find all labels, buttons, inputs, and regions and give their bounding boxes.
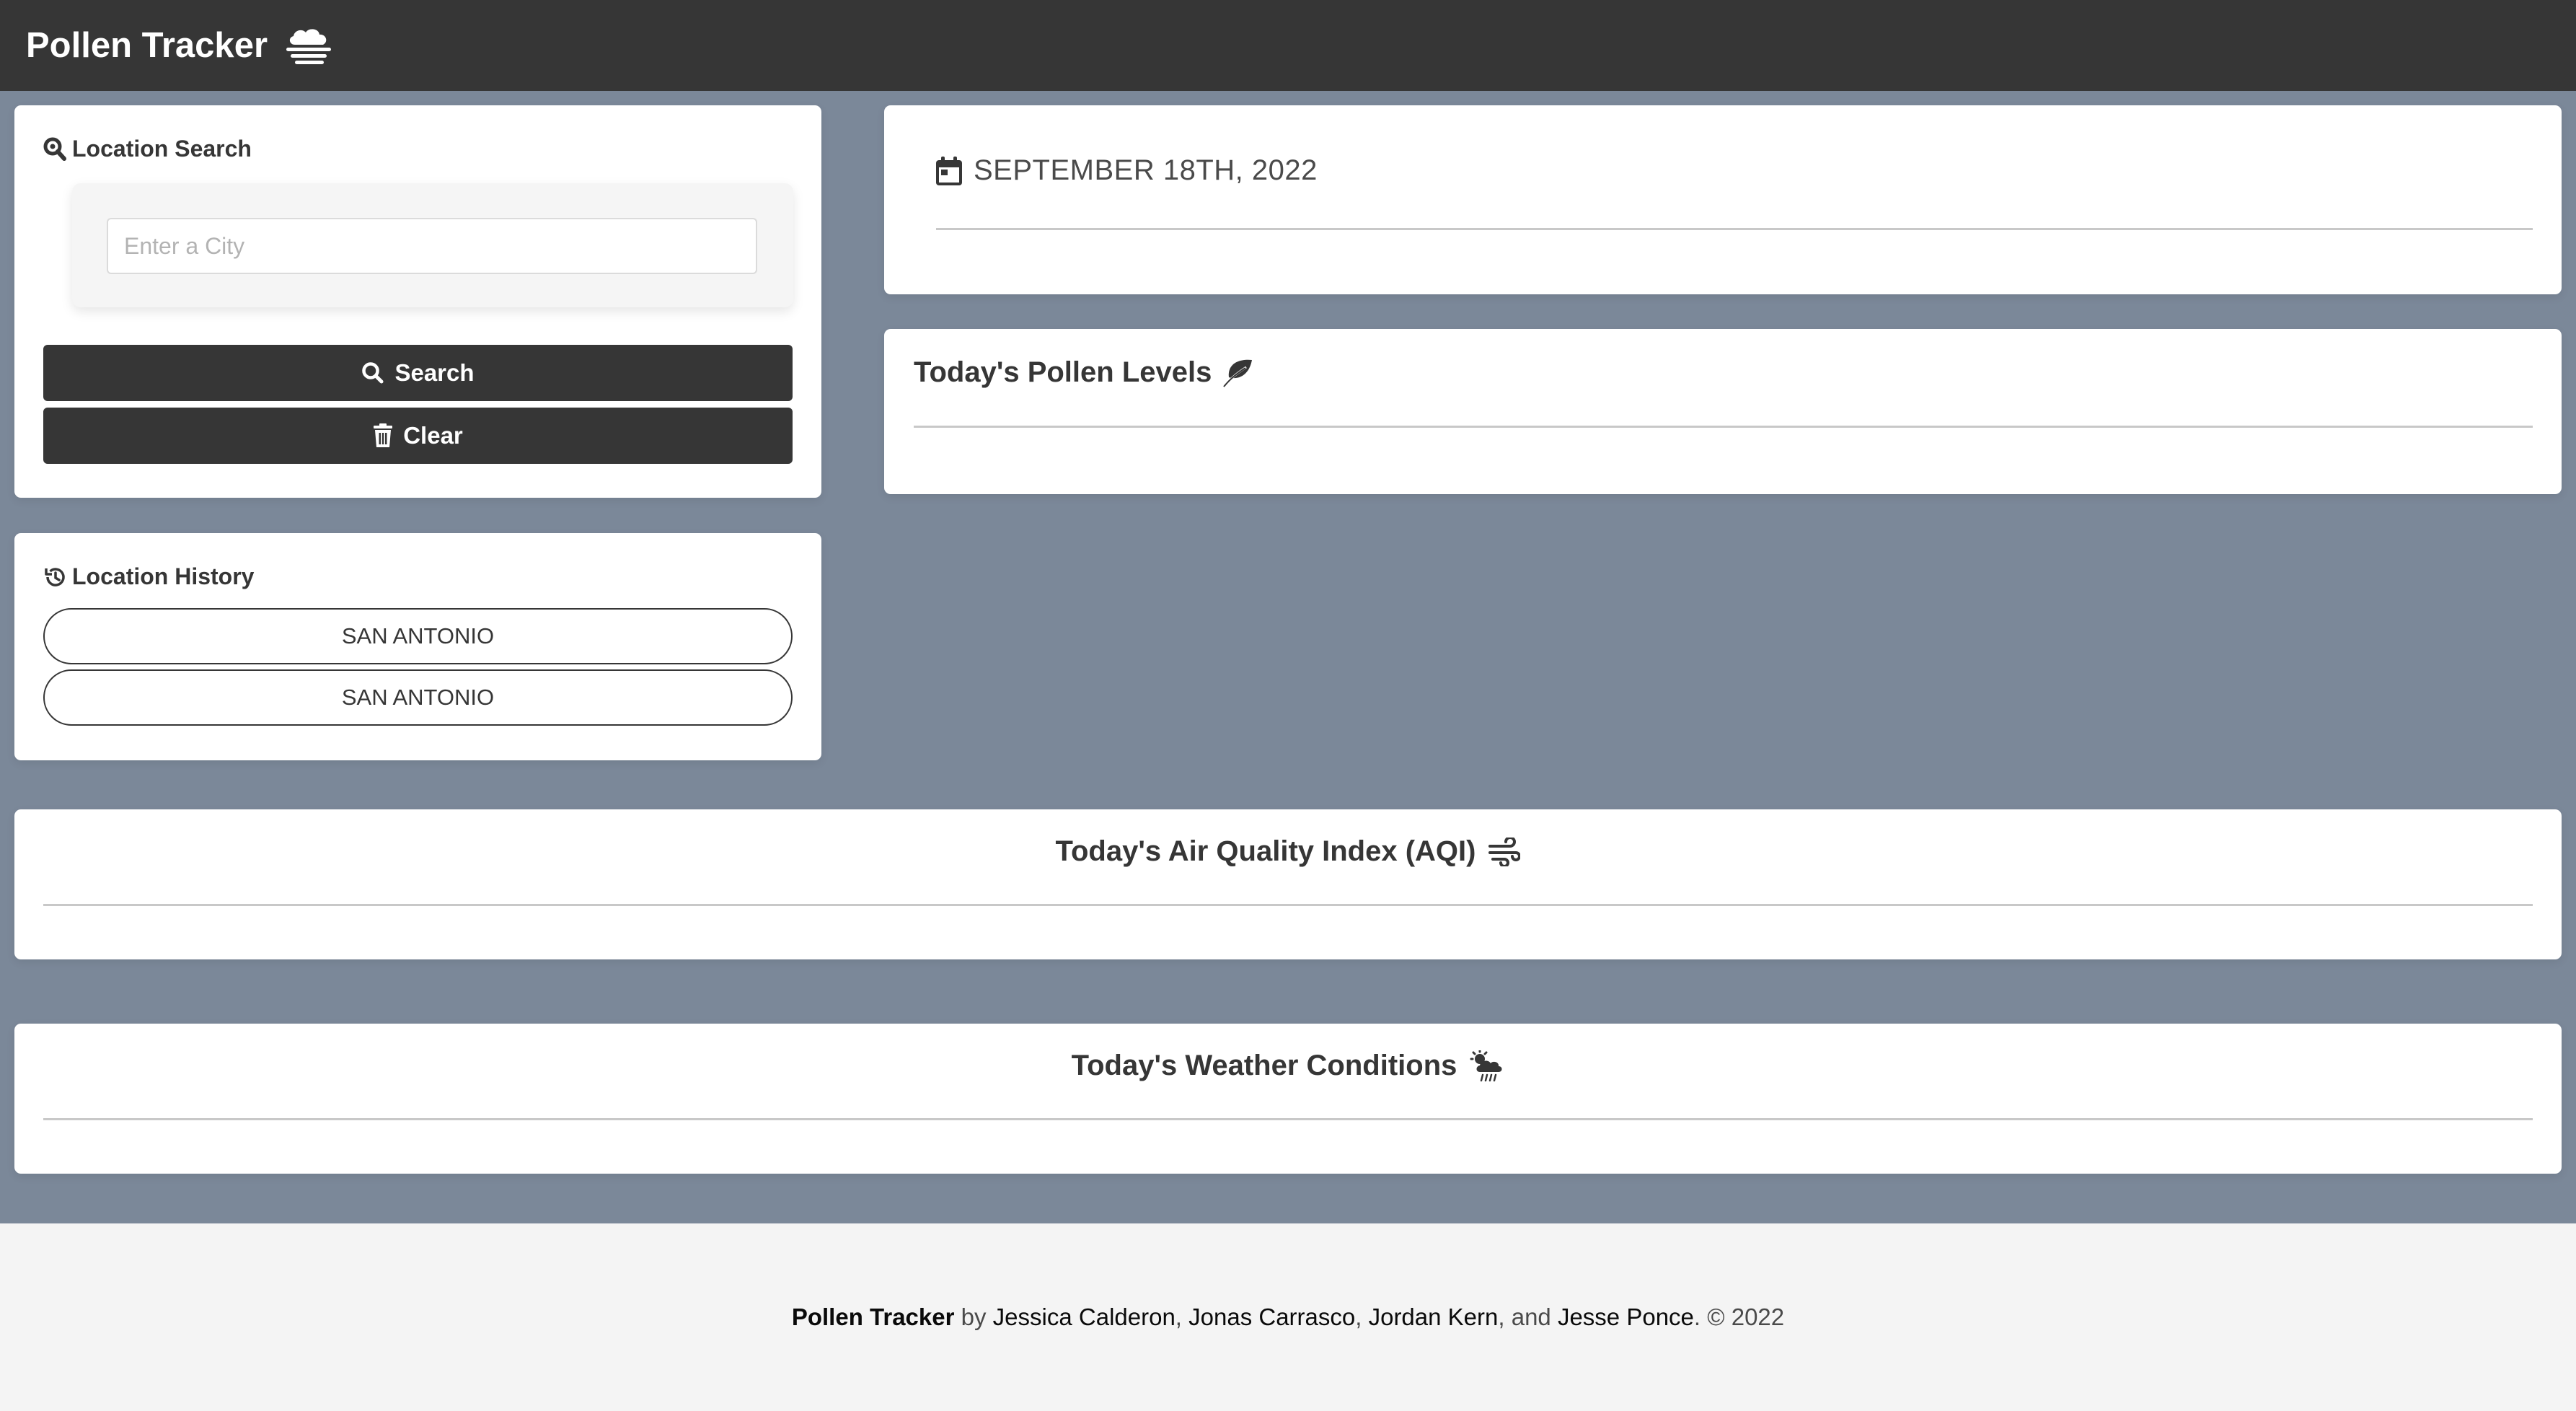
footer-author: Jesse Ponce [1557,1304,1694,1330]
search-icon [362,362,384,384]
search-location-icon [43,137,66,161]
footer-copyright: . © 2022 [1693,1304,1785,1330]
footer-separator: , [1355,1304,1362,1330]
date-divider [936,228,2533,230]
history-item-label: SAN ANTONIO [341,685,495,710]
clear-button-label: Clear [403,422,463,449]
location-history-heading: Location History [43,563,254,590]
footer: Pollen Tracker by Jessica Calderon, Jona… [0,1223,2576,1411]
weather-conditions-heading: Today's Weather Conditions [14,1050,2562,1082]
search-button[interactable]: Search [43,345,793,401]
footer-separator: , and [1498,1304,1551,1330]
history-item-label: SAN ANTONIO [341,623,495,649]
brand[interactable]: Pollen Tracker [26,25,332,66]
history-icon [45,567,65,586]
leaf-icon [1223,359,1253,387]
pollen-divider [914,426,2533,428]
date-text: SEPTEMBER 18TH, 2022 [974,154,1318,186]
footer-author: Jessica Calderon [992,1304,1175,1330]
search-input-container [72,183,793,307]
history-item[interactable]: SAN ANTONIO [43,608,793,664]
navbar: Pollen Tracker [0,0,2576,91]
date-card: SEPTEMBER 18TH, 2022 [884,105,2562,294]
cloud-fog-icon [286,29,332,64]
footer-author: Jonas Carrasco [1188,1304,1356,1330]
trash-icon [374,423,393,447]
calendar-icon [936,156,962,185]
weather-conditions-title: Today's Weather Conditions [1071,1050,1457,1081]
pollen-levels-heading: Today's Pollen Levels [914,356,1255,389]
location-history-title: Location History [72,563,255,589]
clear-button[interactable]: Clear [43,408,793,464]
footer-separator: , [1175,1304,1182,1330]
air-quality-heading: Today's Air Quality Index (AQI) [14,835,2562,868]
footer-by: by [961,1304,987,1330]
location-history-card: Location History SAN ANTONIO SAN ANTONIO [14,533,821,760]
air-quality-card: Today's Air Quality Index (AQI) [14,809,2562,959]
air-quality-divider [43,904,2533,906]
cloud-sun-rain-icon [1470,1050,1502,1081]
app-title: Pollen Tracker [26,26,268,65]
current-date: SEPTEMBER 18TH, 2022 [936,154,1318,187]
location-search-title: Location Search [72,136,252,162]
wind-icon [1488,837,1521,866]
search-button-label: Search [394,359,475,386]
footer-credits: Pollen Tracker by Jessica Calderon, Jona… [792,1304,1784,1331]
footer-app-name: Pollen Tracker [791,1304,955,1330]
weather-conditions-card: Today's Weather Conditions [14,1024,2562,1174]
location-search-card: Location Search Search Clear [14,105,821,498]
pollen-levels-card: Today's Pollen Levels [884,329,2562,494]
location-search-heading: Location Search [43,136,252,162]
pollen-levels-title: Today's Pollen Levels [914,356,1212,388]
weather-conditions-divider [43,1118,2533,1120]
city-search-input[interactable] [107,218,757,274]
air-quality-title: Today's Air Quality Index (AQI) [1055,835,1476,867]
footer-author: Jordan Kern [1368,1304,1499,1330]
history-item[interactable]: SAN ANTONIO [43,669,793,726]
